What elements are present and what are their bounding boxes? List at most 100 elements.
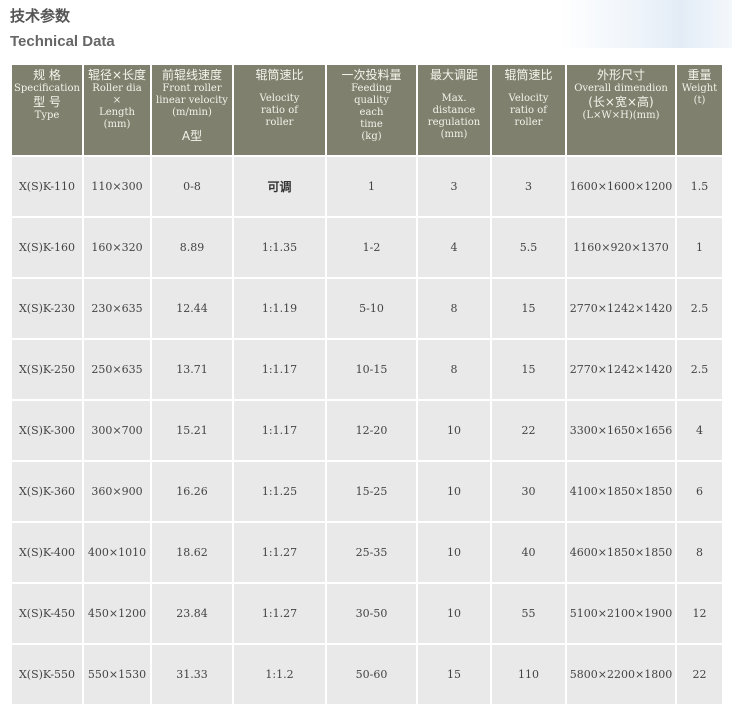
cell-velocity-ratio: 1:1.17 xyxy=(234,340,325,399)
header-velocity-ratio: 辊筒速比 Velocity ratio of roller xyxy=(234,65,325,155)
header-velocity-ratio-2: 辊筒速比 Velocity ratio of roller xyxy=(492,65,565,155)
cell-max-distance: 15 xyxy=(418,645,490,704)
page-title-english: Technical Data xyxy=(10,33,115,50)
cell-velocity-ratio-2: 15 xyxy=(492,340,565,399)
cell-feeding-quality: 25-35 xyxy=(327,523,416,582)
cell-velocity-ratio-2: 40 xyxy=(492,523,565,582)
cell-dimensions: 1160×920×1370 xyxy=(567,218,675,277)
cell-dimensions: 2770×1242×1420 xyxy=(567,340,675,399)
cell-max-distance: 8 xyxy=(418,279,490,338)
cell-feeding-quality: 30-50 xyxy=(327,584,416,643)
cell-velocity-ratio: 1:1.17 xyxy=(234,401,325,460)
cell-roller-size: 250×635 xyxy=(84,340,150,399)
cell-roller-size: 360×900 xyxy=(84,462,150,521)
cell-weight: 4 xyxy=(677,401,722,460)
cell-velocity-ratio: 1:1.25 xyxy=(234,462,325,521)
table-row: X(S)K-400 400×1010 18.62 1:1.27 25-35 10 40 460… xyxy=(12,523,722,582)
cell-type: X(S)K-450 xyxy=(12,584,82,643)
cell-roller-size: 400×1010 xyxy=(84,523,150,582)
cell-dimensions: 5800×2200×1800 xyxy=(567,645,675,704)
table-row: X(S)K-250 250×635 13.71 1:1.17 10-15 8 15 2770×… xyxy=(12,340,722,399)
cell-type: X(S)K-550 xyxy=(12,645,82,704)
cell-dimensions: 1600×1600×1200 xyxy=(567,157,675,216)
cell-type: X(S)K-300 xyxy=(12,401,82,460)
cell-max-distance: 3 xyxy=(418,157,490,216)
cell-type: X(S)K-400 xyxy=(12,523,82,582)
technical-data-table: 规 格 Specification 型 号 Type 辊径×长度 Roller … xyxy=(10,63,724,706)
page-title-chinese: 技术参数 xyxy=(10,7,71,25)
cell-type: X(S)K-160 xyxy=(12,218,82,277)
cell-velocity-ratio-2: 22 xyxy=(492,401,565,460)
cell-front-velocity: 12.44 xyxy=(152,279,232,338)
cell-feeding-quality: 1-2 xyxy=(327,218,416,277)
cell-type: X(S)K-250 xyxy=(12,340,82,399)
cell-dimensions: 3300×1650×1656 xyxy=(567,401,675,460)
cell-velocity-ratio: 1:1.27 xyxy=(234,584,325,643)
cell-type: X(S)K-230 xyxy=(12,279,82,338)
cell-dimensions: 5100×2100×1900 xyxy=(567,584,675,643)
cell-dimensions: 4100×1850×1850 xyxy=(567,462,675,521)
cell-velocity-ratio-2: 15 xyxy=(492,279,565,338)
cell-velocity-ratio-2: 110 xyxy=(492,645,565,704)
cell-weight: 1.5 xyxy=(677,157,722,216)
cell-velocity-ratio: 1:1.2 xyxy=(234,645,325,704)
cell-weight: 8 xyxy=(677,523,722,582)
cell-max-distance: 10 xyxy=(418,523,490,582)
cell-velocity-ratio: 1:1.19 xyxy=(234,279,325,338)
table-row: X(S)K-360 360×900 16.26 1:1.25 15-25 10 30 4100… xyxy=(12,462,722,521)
header-row: 规 格 Specification 型 号 Type 辊径×长度 Roller … xyxy=(12,65,722,155)
cell-max-distance: 10 xyxy=(418,401,490,460)
cell-roller-size: 300×700 xyxy=(84,401,150,460)
cell-max-distance: 8 xyxy=(418,340,490,399)
cell-max-distance: 10 xyxy=(418,462,490,521)
cell-roller-size: 160×320 xyxy=(84,218,150,277)
cell-velocity-ratio-2: 55 xyxy=(492,584,565,643)
cell-feeding-quality: 12-20 xyxy=(327,401,416,460)
header-front-roller-velocity: 前辊线速度 Front roller linear velocity (m/mi… xyxy=(152,65,232,155)
header-specification: 规 格 Specification 型 号 Type xyxy=(12,65,82,155)
header-roller-dia-length: 辊径×长度 Roller dia × Length (mm) xyxy=(84,65,150,155)
table-row: X(S)K-300 300×700 15.21 1:1.17 12-20 10 22 3300… xyxy=(12,401,722,460)
header-weight: 重量 Weight (t) xyxy=(677,65,722,155)
table-row: X(S)K-550 550×1530 31.33 1:1.2 50-60 15 110 580… xyxy=(12,645,722,704)
cell-velocity-ratio-2: 30 xyxy=(492,462,565,521)
cell-velocity-ratio: 1:1.35 xyxy=(234,218,325,277)
cell-feeding-quality: 10-15 xyxy=(327,340,416,399)
table-row: X(S)K-230 230×635 12.44 1:1.19 5-10 8 15 2770×1… xyxy=(12,279,722,338)
cell-front-velocity: 23.84 xyxy=(152,584,232,643)
header-max-distance: 最大调距 Max. distance regulation (mm) xyxy=(418,65,490,155)
table-row: X(S)K-450 450×1200 23.84 1:1.27 30-50 10 55 510… xyxy=(12,584,722,643)
cell-roller-size: 230×635 xyxy=(84,279,150,338)
cell-weight: 6 xyxy=(677,462,722,521)
table-body: X(S)K-110 110×300 0-8 可调 1 3 3 1600×1600×1200 1.… xyxy=(12,157,722,704)
cell-weight: 2.5 xyxy=(677,279,722,338)
cell-feeding-quality: 1 xyxy=(327,157,416,216)
cell-roller-size: 110×300 xyxy=(84,157,150,216)
cell-feeding-quality: 5-10 xyxy=(327,279,416,338)
cell-front-velocity: 16.26 xyxy=(152,462,232,521)
cell-weight: 22 xyxy=(677,645,722,704)
cell-max-distance: 10 xyxy=(418,584,490,643)
cell-velocity-ratio: 1:1.27 xyxy=(234,523,325,582)
cell-type: X(S)K-110 xyxy=(12,157,82,216)
cell-feeding-quality: 50-60 xyxy=(327,645,416,704)
cell-roller-size: 550×1530 xyxy=(84,645,150,704)
cell-feeding-quality: 15-25 xyxy=(327,462,416,521)
table-row: X(S)K-110 110×300 0-8 可调 1 3 3 1600×1600×1200 1.… xyxy=(12,157,722,216)
cell-dimensions: 4600×1850×1850 xyxy=(567,523,675,582)
cell-front-velocity: 15.21 xyxy=(152,401,232,460)
cell-front-velocity: 31.33 xyxy=(152,645,232,704)
cell-max-distance: 4 xyxy=(418,218,490,277)
cell-velocity-ratio-2: 3 xyxy=(492,157,565,216)
header-decoration xyxy=(560,0,732,48)
cell-weight: 2.5 xyxy=(677,340,722,399)
cell-velocity-ratio: 可调 xyxy=(234,157,325,216)
cell-weight: 1 xyxy=(677,218,722,277)
cell-velocity-ratio-2: 5.5 xyxy=(492,218,565,277)
cell-weight: 12 xyxy=(677,584,722,643)
table-row: X(S)K-160 160×320 8.89 1:1.35 1-2 4 5.5 1160×92… xyxy=(12,218,722,277)
cell-front-velocity: 18.62 xyxy=(152,523,232,582)
cell-front-velocity: 13.71 xyxy=(152,340,232,399)
cell-front-velocity: 8.89 xyxy=(152,218,232,277)
header-overall-dimension: 外形尺寸 Overall dimendion (长×宽×高) (L×W×H)(m… xyxy=(567,65,675,155)
